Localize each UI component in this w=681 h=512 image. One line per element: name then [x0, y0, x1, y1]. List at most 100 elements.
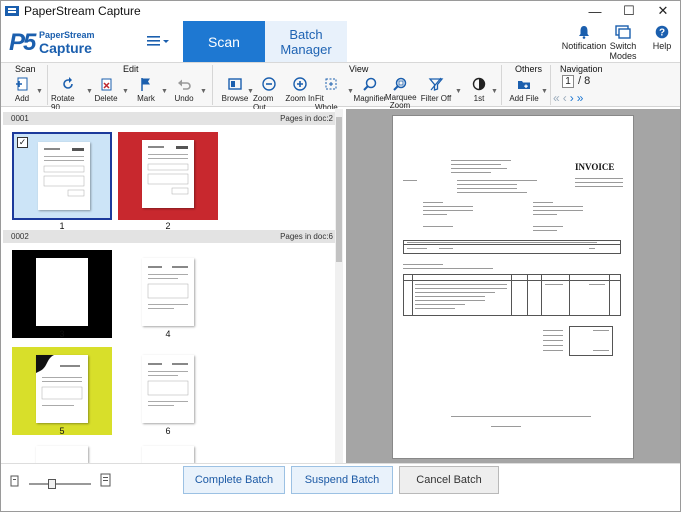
- add-dropdown-icon[interactable]: ▼: [36, 88, 43, 95]
- cancel-batch-button[interactable]: Cancel Batch: [399, 466, 499, 494]
- filter-icon: [428, 77, 444, 91]
- undo-icon: [178, 79, 191, 90]
- scrollbar-thumb[interactable]: [336, 117, 342, 262]
- page-number: 5: [59, 426, 65, 436]
- first-page-arrow-icon[interactable]: «: [553, 91, 560, 105]
- logo-line2: Capture: [39, 40, 92, 56]
- page-content: [43, 148, 85, 197]
- document-id: 0001: [11, 114, 29, 123]
- filter-button[interactable]: Filter Off: [419, 76, 453, 103]
- complete-batch-button[interactable]: Complete Batch: [183, 466, 285, 494]
- add-label: Add: [14, 94, 30, 103]
- zoom-in-button[interactable]: Zoom In: [285, 76, 315, 103]
- page-thumbnail-partial[interactable]: [142, 446, 194, 463]
- add-file-icon: [518, 81, 530, 89]
- delete-button[interactable]: Delete: [93, 76, 119, 103]
- separator: [212, 65, 213, 105]
- rotate-button[interactable]: Rotate 90: [51, 76, 85, 112]
- first-page-icon: [472, 77, 486, 91]
- zoom-in-label: Zoom In: [285, 94, 315, 103]
- minimize-button[interactable]: —: [578, 1, 612, 21]
- tab-batch-manager[interactable]: Batch Manager: [265, 21, 347, 62]
- next-page-arrow-icon[interactable]: ›: [570, 91, 574, 105]
- first-page-label: 1st: [473, 94, 485, 103]
- delete-icon: [101, 78, 112, 91]
- separator: [550, 65, 551, 105]
- notification-button[interactable]: Notification: [562, 25, 606, 51]
- thumbnail-pane[interactable]: 0001 Pages in doc:2 ✓ 1 2 0002 Pages in …: [3, 109, 343, 463]
- previous-page-arrow-icon[interactable]: ‹: [563, 91, 567, 105]
- close-button[interactable]: ✕: [646, 1, 680, 21]
- document-page-count: Pages in doc:2: [280, 114, 333, 123]
- filter-dropdown-icon[interactable]: ▼: [455, 88, 462, 95]
- rotate-dropdown-icon[interactable]: ▼: [86, 88, 93, 95]
- switch-modes-button[interactable]: Switch Modes: [607, 25, 639, 61]
- page-thumbnail[interactable]: [118, 347, 218, 435]
- group-label-view: View: [349, 64, 369, 74]
- group-label-navigation: Navigation: [560, 64, 603, 74]
- navigation-arrows: « ‹ › »: [553, 91, 583, 105]
- page-thumbnail[interactable]: [12, 347, 112, 435]
- help-button[interactable]: ? Help: [649, 25, 675, 51]
- preview-pane[interactable]: INVOICE: [346, 109, 680, 463]
- add-page-icon: [16, 77, 28, 91]
- fit-whole-icon: [325, 78, 337, 90]
- page-thumbnail[interactable]: [12, 250, 112, 338]
- svg-text:?: ?: [659, 28, 665, 39]
- first-page-dropdown-icon[interactable]: ▼: [491, 88, 498, 95]
- delete-label: Delete: [94, 94, 118, 103]
- page-content: [147, 146, 189, 195]
- page-image: [142, 140, 194, 208]
- maximize-button[interactable]: ☐: [612, 1, 646, 21]
- page-thumbnail-partial[interactable]: [36, 446, 88, 463]
- zoom-in-icon: [293, 77, 307, 91]
- mark-button[interactable]: Mark: [133, 76, 159, 103]
- thumbnail-scrollbar[interactable]: [335, 109, 343, 463]
- window-title: PaperStream Capture: [24, 4, 141, 18]
- undo-dropdown-icon[interactable]: ▼: [200, 88, 207, 95]
- zoom-slider-thumb[interactable]: [47, 479, 56, 489]
- fit-whole-button[interactable]: Fit Whole: [315, 76, 347, 112]
- hamburger-menu-button[interactable]: [147, 32, 171, 50]
- document-header[interactable]: 0002 Pages in doc:6: [3, 230, 335, 243]
- document-header[interactable]: 0001 Pages in doc:2: [3, 112, 335, 125]
- magnifier-button[interactable]: Magnifier: [354, 76, 386, 103]
- main-window: PaperStream Capture — ☐ ✕ P5 PaperStream…: [0, 0, 681, 512]
- title-bar: PaperStream Capture — ☐ ✕: [1, 1, 680, 21]
- marquee-zoom-label: Marquee Zoom: [385, 93, 417, 110]
- help-icon: ?: [655, 25, 669, 39]
- add-button[interactable]: Add: [9, 76, 35, 103]
- browse-button[interactable]: Browse: [220, 76, 250, 103]
- toolbar-ribbon: Scan Edit View Others Navigation Add ▼ R…: [1, 63, 680, 112]
- zoom-out-button[interactable]: Zoom Out: [253, 76, 285, 112]
- page-content: [147, 363, 189, 406]
- logo-line1: PaperStream: [39, 30, 95, 40]
- page-thumbnail[interactable]: [118, 250, 218, 338]
- hamburger-icon: [147, 36, 169, 46]
- last-page-arrow-icon[interactable]: »: [577, 91, 584, 105]
- tab-scan[interactable]: Scan: [183, 21, 265, 62]
- undo-button[interactable]: Undo: [171, 76, 197, 103]
- add-file-dropdown-icon[interactable]: ▼: [541, 88, 548, 95]
- document-id: 0002: [11, 232, 29, 241]
- browse-icon: [228, 78, 242, 90]
- add-file-button[interactable]: Add File: [509, 76, 539, 103]
- delete-dropdown-icon[interactable]: ▼: [122, 88, 129, 95]
- zoom-slider[interactable]: [29, 479, 91, 489]
- page-thumbnail[interactable]: ✓: [12, 132, 112, 220]
- page-content: [147, 266, 189, 309]
- page-image: [38, 142, 90, 210]
- page-image: [142, 355, 194, 423]
- separator: [47, 65, 48, 105]
- mark-dropdown-icon[interactable]: ▼: [161, 88, 168, 95]
- suspend-batch-button[interactable]: Suspend Batch: [291, 466, 393, 494]
- page-thumbnail[interactable]: [118, 132, 218, 220]
- page-number: 3: [59, 329, 65, 339]
- zoom-slider-track: [29, 483, 91, 485]
- first-page-button[interactable]: 1st: [468, 76, 490, 103]
- page-number-input[interactable]: 1: [562, 75, 574, 88]
- page-content: [36, 355, 83, 406]
- magnifier-icon: [363, 77, 377, 91]
- page-checkbox[interactable]: ✓: [17, 137, 28, 148]
- marquee-zoom-button[interactable]: Marquee Zoom: [385, 76, 417, 110]
